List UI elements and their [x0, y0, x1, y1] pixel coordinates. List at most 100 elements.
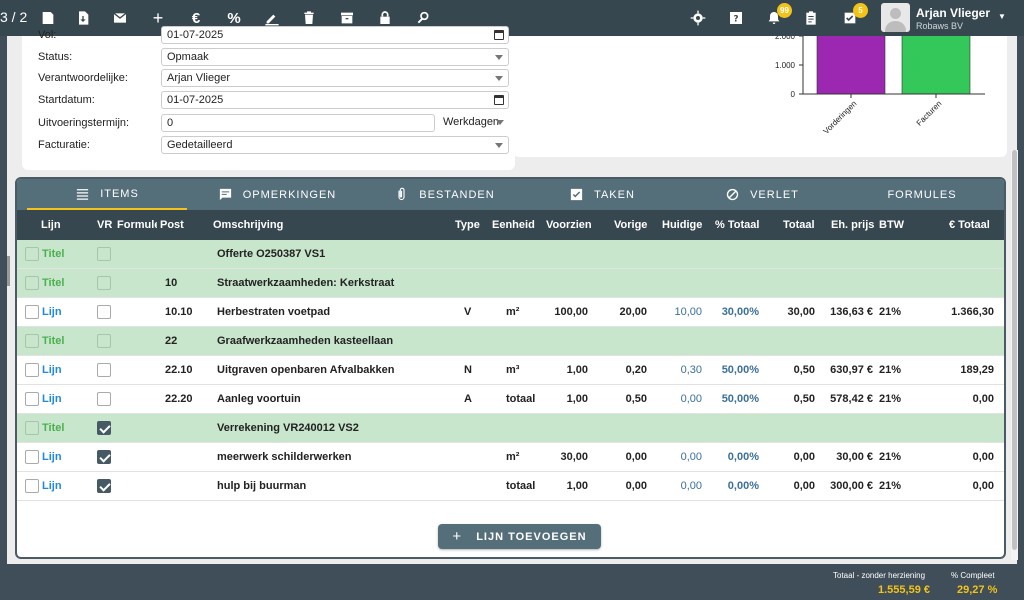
pdf-icon[interactable] — [38, 8, 58, 28]
row-select-checkbox[interactable] — [25, 305, 39, 319]
lock-icon[interactable] — [375, 8, 395, 28]
table-header: Lijn VR Formule Post Omschrijving Type E… — [17, 210, 1004, 240]
table-row[interactable]: Lijn 22.10 Uitgraven openbaren Afvalbakken… — [17, 356, 1004, 385]
row-select-checkbox[interactable] — [25, 392, 39, 406]
pen-icon[interactable] — [262, 8, 282, 28]
notification-badge: 99 — [777, 3, 792, 18]
cell-description[interactable]: Graafwerkzaamheden kasteellaan — [217, 335, 393, 347]
cell-line-type[interactable]: Lijn — [42, 364, 62, 376]
col-voorzien[interactable]: Voorzien — [546, 219, 592, 231]
vr-checkbox[interactable] — [97, 305, 111, 319]
chart-y-tick-label: 0 — [791, 90, 796, 99]
row-select-checkbox[interactable] — [25, 276, 39, 290]
row-select-checkbox[interactable] — [25, 247, 39, 261]
owner-select[interactable]: Arjan Vlieger — [161, 69, 509, 87]
tab-taken[interactable]: TAKEN — [547, 179, 657, 210]
archive-icon[interactable] — [337, 8, 357, 28]
cell-line-type[interactable]: Titel — [42, 248, 64, 260]
col-post[interactable]: Post — [160, 219, 184, 231]
mail-icon[interactable] — [110, 8, 130, 28]
bell-icon[interactable]: 99 — [764, 3, 792, 28]
record-pager[interactable]: 3 / 2 — [0, 9, 27, 25]
cell-description[interactable]: Aanleg voortuin — [217, 393, 301, 405]
zoom-icon[interactable] — [413, 8, 433, 28]
cell-line-type[interactable]: Titel — [42, 422, 64, 434]
col-totaal[interactable]: Totaal — [783, 219, 815, 231]
table-row[interactable]: Titel Offerte O250387 VS1 — [17, 240, 1004, 269]
status-select[interactable]: Opmaak — [161, 48, 509, 66]
cell-line-type[interactable]: Lijn — [42, 451, 62, 463]
table-row[interactable]: Lijn hulp bij buurman totaal 1,00 0,00 0,00 0,… — [17, 472, 1004, 501]
cell-description[interactable]: Verrekening VR240012 VS2 — [217, 422, 359, 434]
row-select-checkbox[interactable] — [25, 450, 39, 464]
col-vorige[interactable]: Vorige — [614, 219, 647, 231]
vr-checkbox[interactable] — [97, 392, 111, 406]
table-row[interactable]: Lijn meerwerk schilderwerken m² 30,00 0,00 0,… — [17, 443, 1004, 472]
row-select-checkbox[interactable] — [25, 363, 39, 377]
cell-description[interactable]: hulp bij buurman — [217, 480, 306, 492]
cell-description[interactable]: Herbestraten voetpad — [217, 306, 330, 318]
table-row[interactable]: Titel 22 Graafwerkzaamheden kasteellaan — [17, 327, 1004, 356]
cell-description[interactable]: Offerte O250387 VS1 — [217, 248, 325, 260]
col-eh-prijs[interactable]: Eh. prijs — [831, 219, 874, 231]
cell-line-type[interactable]: Lijn — [42, 393, 62, 405]
cell-line-type[interactable]: Titel — [42, 277, 64, 289]
vr-checkbox[interactable] — [97, 247, 111, 261]
term-input[interactable]: 0 — [161, 114, 435, 132]
tab-formules[interactable]: FORMULES — [872, 179, 972, 210]
col-btw[interactable]: BTW — [879, 219, 904, 231]
row-select-checkbox[interactable] — [25, 334, 39, 348]
col-pct-totaal[interactable]: % Totaal — [715, 219, 759, 231]
table-row[interactable]: Titel Verrekening VR240012 VS2 — [17, 414, 1004, 443]
col-eur-totaal[interactable]: € Totaal — [949, 219, 990, 231]
vr-checkbox[interactable] — [97, 363, 111, 377]
cell-description[interactable]: Straatwerkzaamheden: Kerkstraat — [217, 277, 394, 289]
tab-items[interactable]: ITEMS — [27, 179, 187, 210]
term-unit-select[interactable]: Werkdagen — [439, 114, 509, 132]
cell-line-type[interactable]: Lijn — [42, 306, 62, 318]
col-formule[interactable]: Formule — [117, 219, 157, 231]
cell-description[interactable]: Uitgraven openbaren Afvalbakken — [217, 364, 394, 376]
partial-date-field[interactable]: 01-07-2025 — [161, 26, 509, 44]
col-type[interactable]: Type — [455, 219, 480, 231]
task-icon[interactable]: 5 — [840, 3, 868, 28]
help-icon[interactable]: ? — [726, 8, 746, 28]
row-select-checkbox[interactable] — [25, 479, 39, 493]
cell-description[interactable]: meerwerk schilderwerken — [217, 451, 352, 463]
vr-checkbox[interactable] — [97, 479, 111, 493]
tab-bestanden[interactable]: BESTANDEN — [377, 179, 512, 210]
checkbox-icon — [570, 188, 583, 201]
vr-checkbox[interactable] — [97, 334, 111, 348]
clipboard-icon[interactable] — [801, 8, 821, 28]
euro-icon[interactable]: € — [186, 8, 206, 28]
plus-icon[interactable]: + — [148, 8, 168, 28]
col-eenheid[interactable]: Eenheid — [492, 219, 535, 231]
table-row[interactable]: Lijn 22.20 Aanleg voortuin Atotaal 1,00 0,50 0… — [17, 385, 1004, 414]
col-vr[interactable]: VR — [97, 219, 112, 231]
start-date-field[interactable]: 01-07-2025 — [161, 91, 509, 109]
col-huidige[interactable]: Huidige — [662, 219, 702, 231]
percent-icon[interactable]: % — [224, 8, 244, 28]
gear-icon[interactable] — [688, 8, 708, 28]
list-icon — [77, 189, 89, 200]
table-row[interactable]: Titel 10 Straatwerkzaamheden: Kerkstraat — [17, 269, 1004, 298]
row-select-checkbox[interactable] — [25, 421, 39, 435]
user-menu[interactable]: Arjan Vlieger Robaws BV ▼ — [881, 2, 1021, 34]
download-icon[interactable] — [73, 8, 93, 28]
vr-checkbox[interactable] — [97, 450, 111, 464]
billing-select[interactable]: Gedetailleerd — [161, 136, 509, 154]
add-line-button[interactable]: + LIJN TOEVOEGEN — [438, 524, 601, 549]
page-scrollbar[interactable] — [1011, 150, 1018, 560]
trash-icon[interactable] — [299, 8, 319, 28]
col-omschrijving[interactable]: Omschrijving — [213, 219, 283, 231]
cell-totaal: 0,00 — [793, 480, 815, 492]
cell-line-type[interactable]: Titel — [42, 335, 64, 347]
chart-y-tick-label: 1.000 — [775, 61, 796, 70]
vr-checkbox[interactable] — [97, 421, 111, 435]
table-row[interactable]: Lijn 10.10 Herbestraten voetpad Vm² 100,00 20… — [17, 298, 1004, 327]
tab-opmerkingen[interactable]: OPMERKINGEN — [202, 179, 352, 210]
tab-verlet[interactable]: VERLET — [707, 179, 817, 210]
cell-line-type[interactable]: Lijn — [42, 480, 62, 492]
vr-checkbox[interactable] — [97, 276, 111, 290]
col-lijn[interactable]: Lijn — [41, 219, 61, 231]
